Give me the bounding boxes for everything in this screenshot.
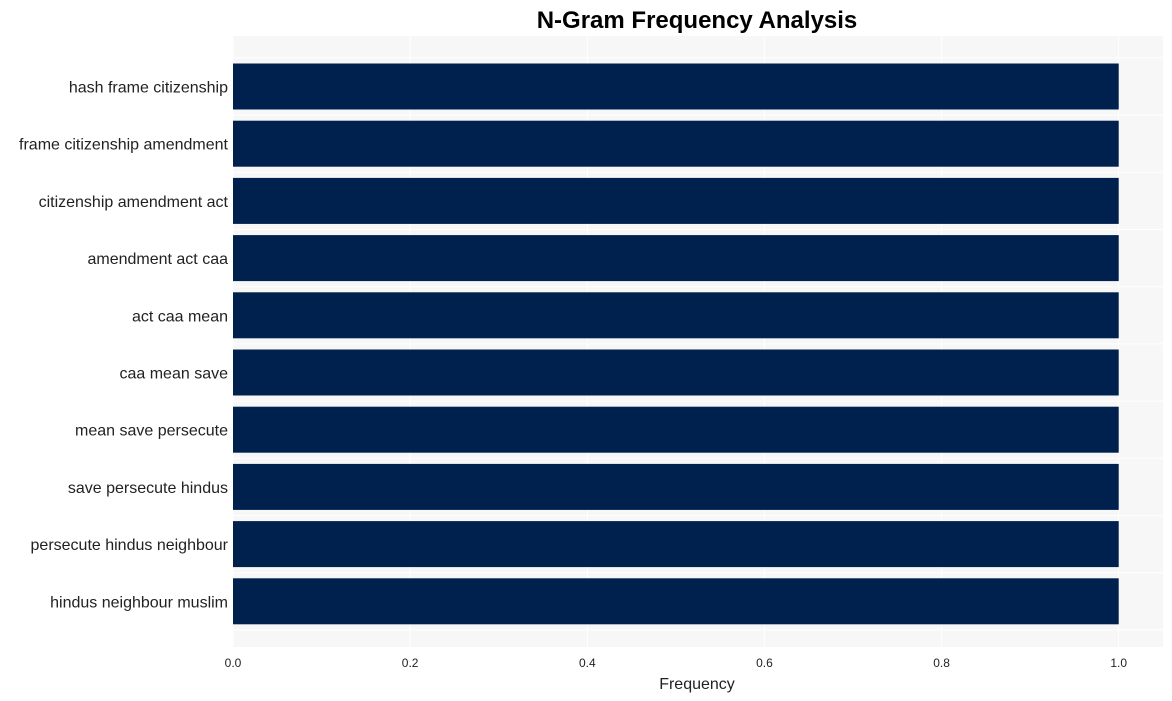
y-tick-label: save persecute hindus [68, 480, 228, 497]
bar [233, 292, 1119, 339]
y-tick-label: caa mean save [119, 366, 228, 383]
x-tick-label: 1.0 [1110, 656, 1127, 670]
bar [233, 463, 1119, 510]
y-tick-label: act caa mean [132, 308, 228, 325]
x-tick-label: 0.8 [933, 656, 950, 670]
y-tick-label: amendment act caa [87, 251, 228, 268]
y-tick-label: mean save persecute [75, 423, 228, 440]
x-tick-label: 0.6 [756, 656, 773, 670]
bar [233, 177, 1119, 224]
chart-title: N-Gram Frequency Analysis [537, 7, 858, 34]
x-tick-label: 0.4 [579, 656, 596, 670]
x-tick-labels: 0.0 0.2 0.4 0.6 0.8 1.0 [225, 656, 1128, 670]
bar [233, 349, 1119, 396]
y-tick-label: hindus neighbour muslim [50, 594, 228, 611]
y-tick-label: hash frame citizenship [69, 80, 228, 97]
x-axis-label: Frequency [659, 676, 735, 693]
ngram-frequency-chart: N-Gram Frequency Analysis hash frame cit… [19, 7, 1163, 693]
y-tick-labels: hash frame citizenship frame citizenship … [19, 80, 229, 612]
bar [233, 406, 1119, 453]
bar [233, 578, 1119, 625]
y-tick-label: frame citizenship amendment [19, 137, 229, 154]
bar [233, 235, 1119, 282]
x-tick-label: 0.2 [402, 656, 419, 670]
x-tick-label: 0.0 [225, 656, 242, 670]
bar [233, 521, 1119, 568]
bar [233, 63, 1119, 110]
y-tick-label: persecute hindus neighbour [31, 537, 229, 554]
y-tick-label: citizenship amendment act [39, 194, 229, 211]
bar [233, 120, 1119, 167]
